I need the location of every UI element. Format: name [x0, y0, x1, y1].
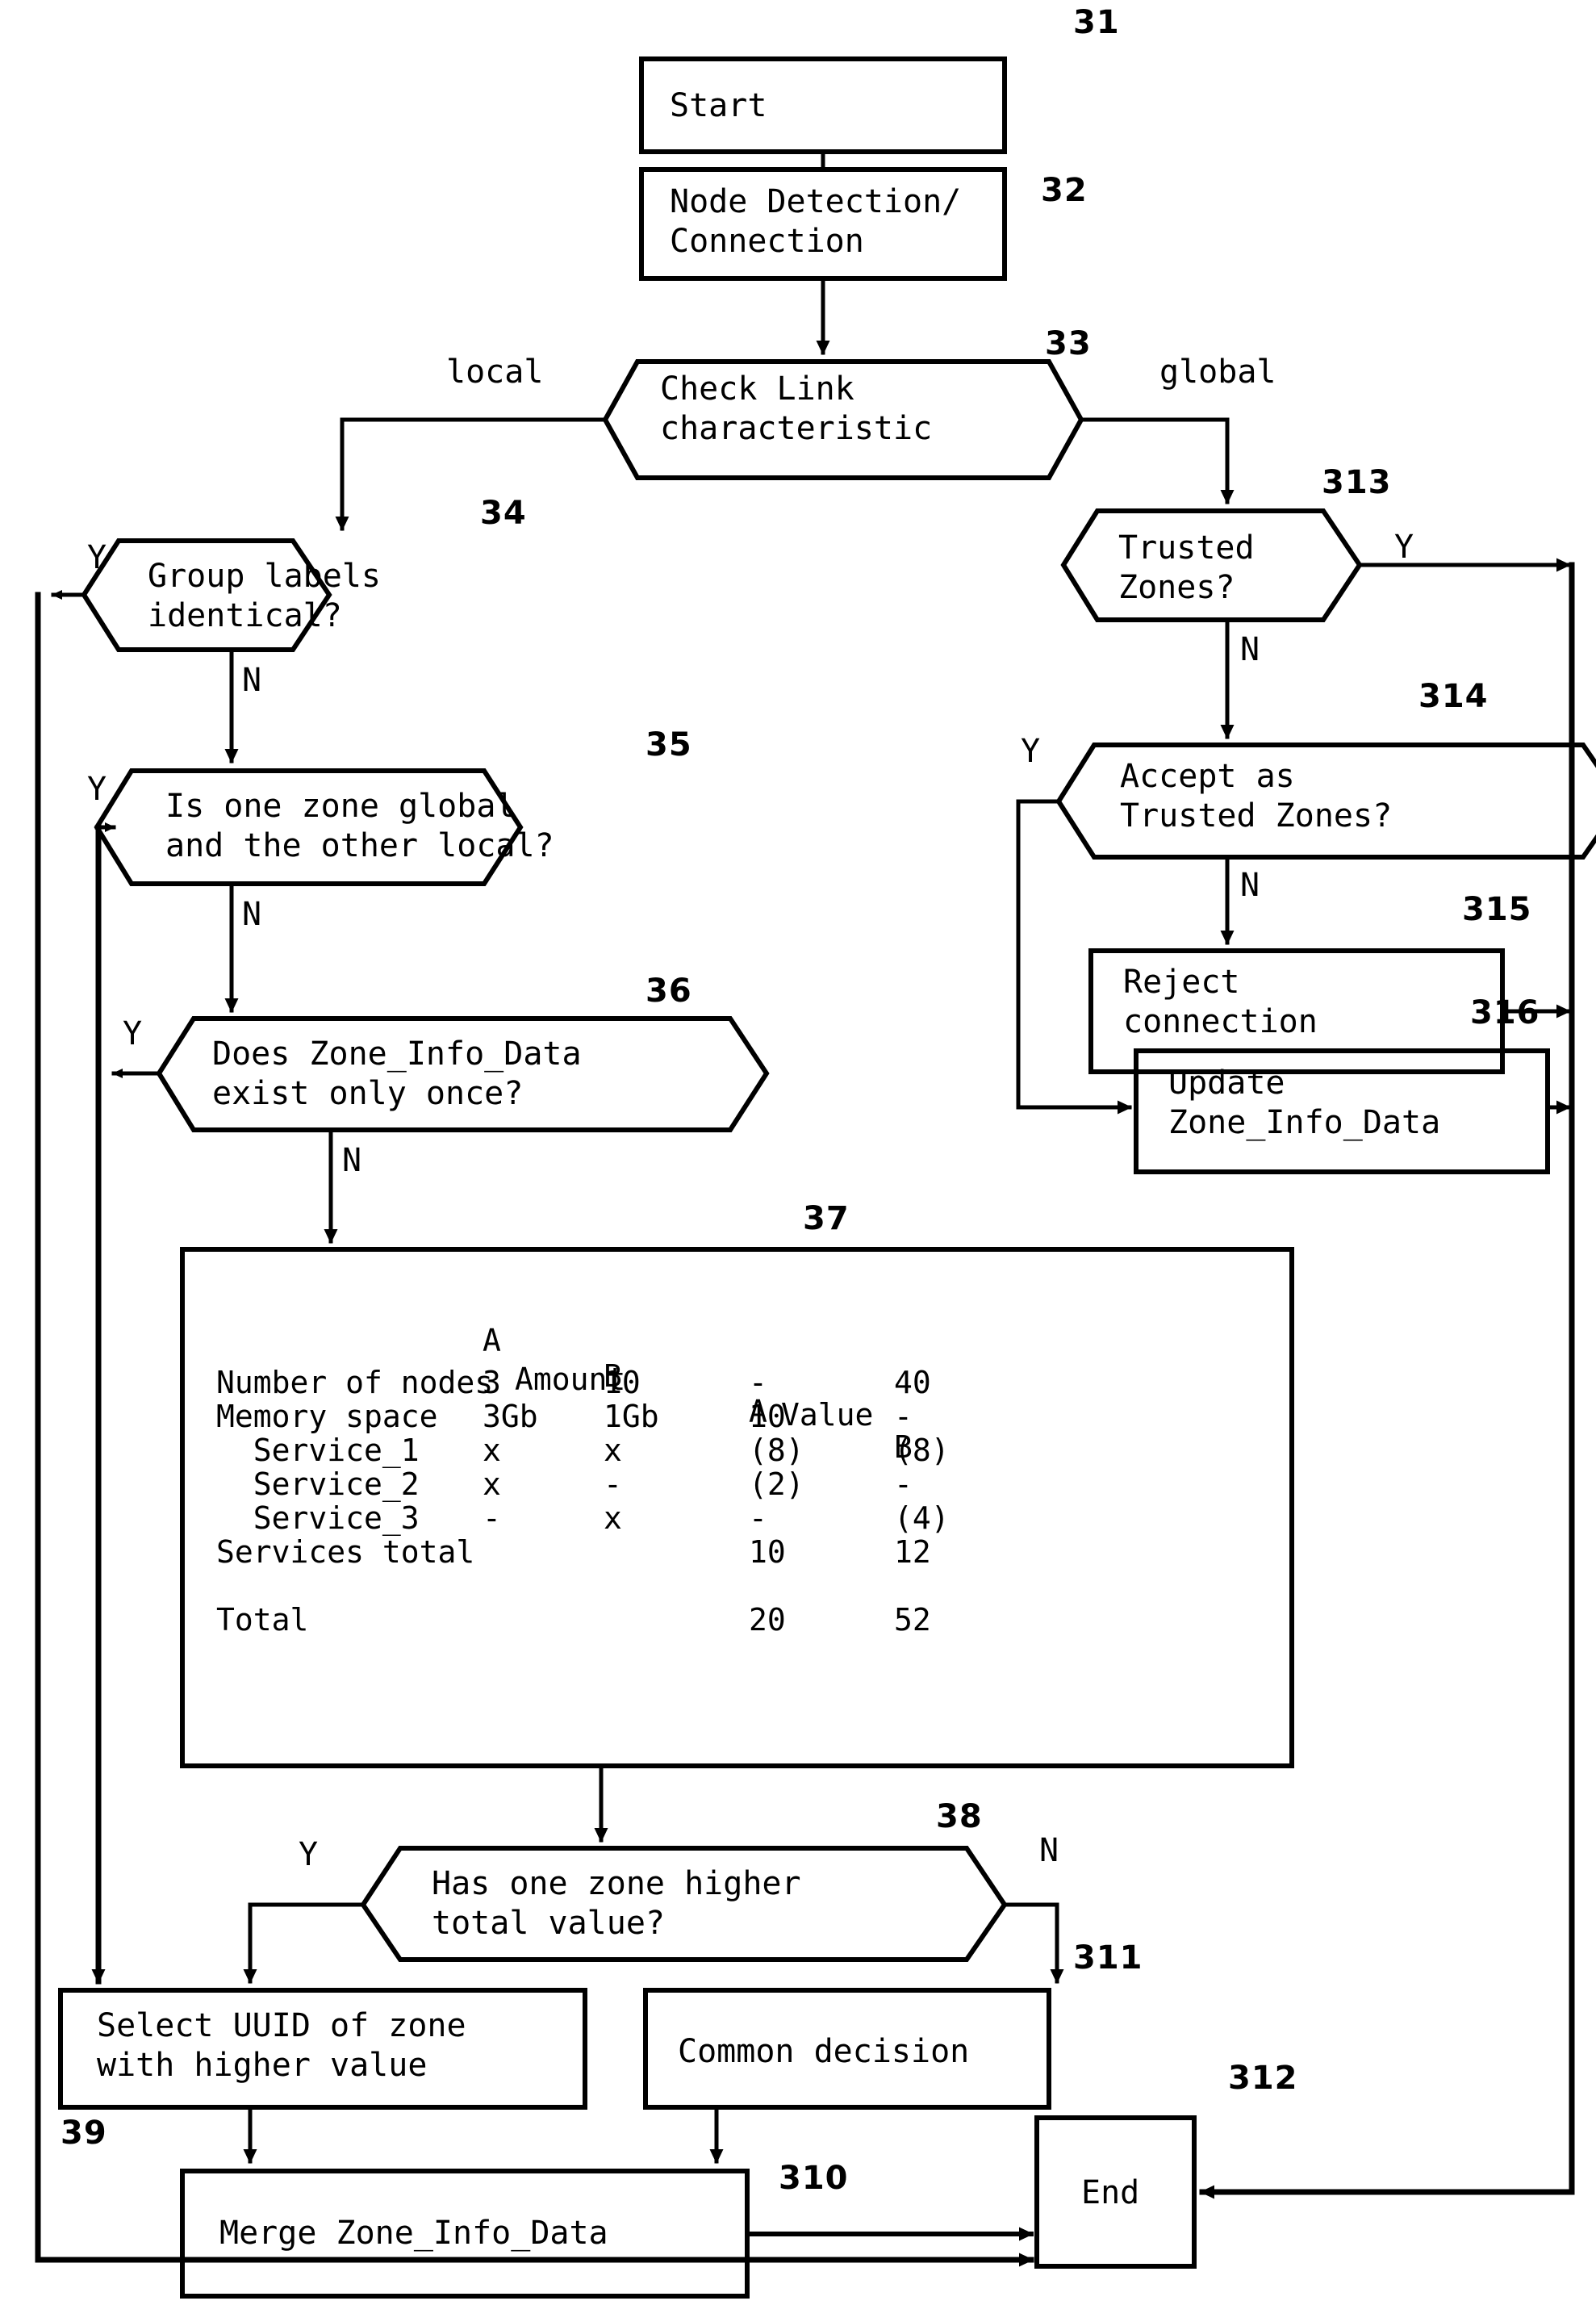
table-cell-value-a: -	[749, 1365, 767, 1400]
node-label-accept-trusted: Accept as Trusted Zones?	[1120, 758, 1393, 835]
table-cell-amount-a: x	[483, 1466, 501, 1502]
ref-310: 310	[779, 2160, 849, 2197]
ref-31: 31	[1073, 4, 1120, 41]
table-cell-value-a: -	[749, 1500, 767, 1536]
table-cell-label: Number of nodes	[216, 1365, 494, 1400]
edge-label-35-yes: Y	[87, 771, 107, 808]
table-cell-value-b: (8)	[894, 1433, 950, 1468]
table-cell-amount-b: x	[604, 1500, 622, 1536]
comparison-table: A B A B Amount Value Number of nodes 3 10-…	[216, 1287, 1265, 1755]
table-row: Service_3 - x - (4)	[216, 1500, 1265, 1536]
edge-label-36-no: N	[342, 1142, 362, 1179]
table-header-row: A B A B	[216, 1287, 1265, 1465]
edge-label-38-no: N	[1039, 1832, 1059, 1869]
ref-35: 35	[646, 726, 692, 763]
ref-33: 33	[1045, 325, 1092, 362]
edge-label-34-no: N	[242, 662, 262, 699]
table-row: Number of nodes 3 10 - 40	[216, 1365, 1265, 1400]
table-row: Service_2 x - (2) -	[216, 1466, 1265, 1502]
ref-37: 37	[803, 1200, 850, 1237]
table-cell-value-a: 20	[749, 1602, 786, 1638]
ref-316: 316	[1470, 994, 1540, 1031]
edge-label-36-yes: Y	[123, 1015, 143, 1052]
table-cell-label: Service_1	[216, 1433, 420, 1468]
table-cell-label: Total	[216, 1602, 309, 1638]
table-cell-value-a: 10	[749, 1534, 786, 1570]
edge-label-38-yes: Y	[299, 1836, 319, 1873]
node-label-node-detection: Node Detection/ Connection	[670, 183, 962, 260]
table-cell-value-b: -	[894, 1399, 913, 1434]
table-cell-value-b: 52	[894, 1602, 931, 1638]
edge-label-313-yes: Y	[1394, 529, 1414, 566]
ref-34: 34	[480, 495, 527, 532]
ref-38: 38	[936, 1798, 983, 1835]
ref-36: 36	[646, 973, 692, 1010]
table-cell-amount-a: 3	[483, 1365, 501, 1400]
table-cell-value-b: 40	[894, 1365, 931, 1400]
edge-label-35-no: N	[242, 896, 262, 933]
table-row: Total 20 52	[216, 1602, 1265, 1638]
flowchart-vector-layer	[35, 56, 1596, 2299]
edge-38-no	[1002, 1902, 1064, 1984]
flowchart-canvas: 31 32 33 34 35 36 37 38 39 310 311 312 3…	[0, 0, 1596, 2305]
ref-314: 314	[1418, 678, 1489, 715]
edge-label-313-no: N	[1240, 631, 1260, 668]
table-cell-amount-a: -	[483, 1500, 501, 1536]
table-cell-amount-b: -	[604, 1466, 622, 1502]
ref-312: 312	[1228, 2060, 1298, 2097]
edge-label-local: local	[446, 353, 544, 391]
edge-label-314-no: N	[1240, 867, 1260, 904]
table-row: Service_1 x x (8) (8)	[216, 1433, 1265, 1468]
ref-311: 311	[1073, 1939, 1143, 1977]
node-label-merge-zone: Merge Zone_Info_Data	[219, 2215, 608, 2252]
edge-38-yes	[243, 1902, 366, 1984]
node-label-common-decision: Common decision	[678, 2033, 970, 2070]
table-group-header-row: Amount Value	[216, 1326, 1265, 1433]
ref-313: 313	[1322, 464, 1392, 501]
node-label-end: End	[1081, 2174, 1140, 2211]
table-row: Memory space 3Gb 1Gb 10 -	[216, 1399, 1265, 1434]
node-label-trusted-zones: Trusted Zones?	[1118, 529, 1255, 606]
edge-314-yes	[1016, 799, 1132, 1115]
table-row	[216, 1568, 1265, 1602]
ref-39: 39	[61, 2115, 107, 2152]
table-cell-label: Memory space	[216, 1399, 438, 1434]
edge-local-branch	[335, 417, 608, 531]
table-cell-value-a: 10	[749, 1399, 786, 1434]
edge-label-global: global	[1159, 353, 1276, 391]
table-cell-label: Services total	[216, 1534, 475, 1570]
node-label-group-labels: Group labels identical?	[148, 558, 381, 634]
edge-global-branch	[1079, 417, 1235, 504]
table-cell-amount-a: x	[483, 1433, 501, 1468]
table-cell-amount-a: 3Gb	[483, 1399, 538, 1434]
node-label-higher-total: Has one zone higher total value?	[432, 1865, 801, 1942]
table-cell-value-b: 12	[894, 1534, 931, 1570]
ref-32: 32	[1041, 172, 1088, 209]
table-cell-amount-b: 1Gb	[604, 1399, 659, 1434]
node-label-check-link: Check Link characteristic	[660, 370, 933, 447]
table-row: Services total 10 12	[216, 1534, 1265, 1570]
ref-315: 315	[1462, 891, 1532, 928]
table-cell-label: Service_2	[216, 1466, 420, 1502]
node-label-update-zone: Update Zone_Info_Data	[1168, 1065, 1441, 1141]
table-cell-amount-b: x	[604, 1433, 622, 1468]
node-label-zone-info-once: Does Zone_Info_Data exist only once?	[212, 1035, 582, 1112]
node-label-select-uuid: Select UUID of zone with higher value	[97, 2007, 466, 2084]
node-label-reject-connection: Reject connection	[1123, 964, 1318, 1040]
node-label-one-zone-global: Is one zone global and the other local?	[165, 788, 554, 864]
node-label-start: Start	[670, 87, 767, 124]
edge-label-34-yes: Y	[87, 539, 107, 576]
table-cell-value-b: (4)	[894, 1500, 950, 1536]
table-cell-amount-b: 10	[604, 1365, 641, 1400]
table-cell-value-b: -	[894, 1466, 913, 1502]
table-cell-value-a: (2)	[749, 1466, 804, 1502]
edge-label-314-yes: Y	[1021, 733, 1041, 770]
table-cell-value-a: (8)	[749, 1433, 804, 1468]
table-cell-label: Service_3	[216, 1500, 420, 1536]
